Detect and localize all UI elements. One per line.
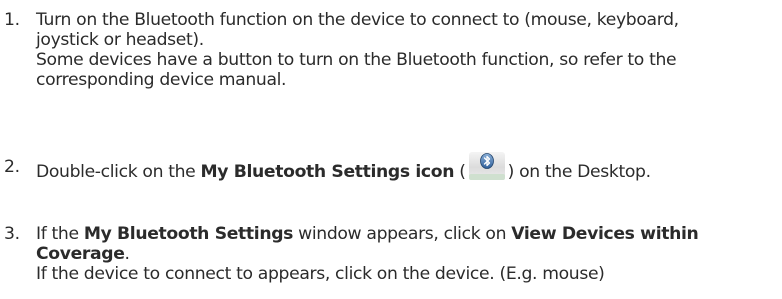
text: If the [36, 224, 84, 244]
bluetooth-settings-icon [468, 151, 506, 181]
step-note-line: corresponding device manual. [36, 70, 287, 90]
bold-text: Coverage [36, 244, 125, 264]
text: ) on the Desktop. [507, 162, 651, 182]
bold-text: My Bluetooth Settings icon [200, 162, 455, 182]
step-3: 3. If the My Bluetooth Settings window a… [4, 224, 782, 284]
bold-text: My Bluetooth Settings [83, 224, 294, 244]
step-text-line: If the My Bluetooth Settings window appe… [4, 224, 782, 244]
step-2: 2. Double-click on the My Bluetooth Sett… [4, 152, 782, 187]
text: . [124, 244, 130, 264]
step-text-line: Coverage. [4, 244, 782, 264]
step-note-line: Some devices have a button to turn on th… [36, 50, 677, 70]
step-note-line: If the device to connect to appears, cli… [36, 264, 605, 284]
step-text-line: joystick or headset). [36, 30, 204, 50]
step-1: 1. Turn on the Bluetooth function on the… [4, 10, 782, 90]
text: Double-click on the [36, 162, 201, 182]
step-number: 1. [4, 10, 20, 30]
step-text-line: Double-click on the My Bluetooth Setting… [4, 152, 782, 187]
step-text-line: Turn on the Bluetooth function on the de… [36, 10, 679, 30]
bold-text: View Devices within [511, 224, 699, 244]
step-number: 3. [4, 224, 20, 244]
text: window appears, click on [293, 224, 512, 244]
text: ( [454, 162, 466, 182]
step-number: 2. [4, 157, 20, 177]
